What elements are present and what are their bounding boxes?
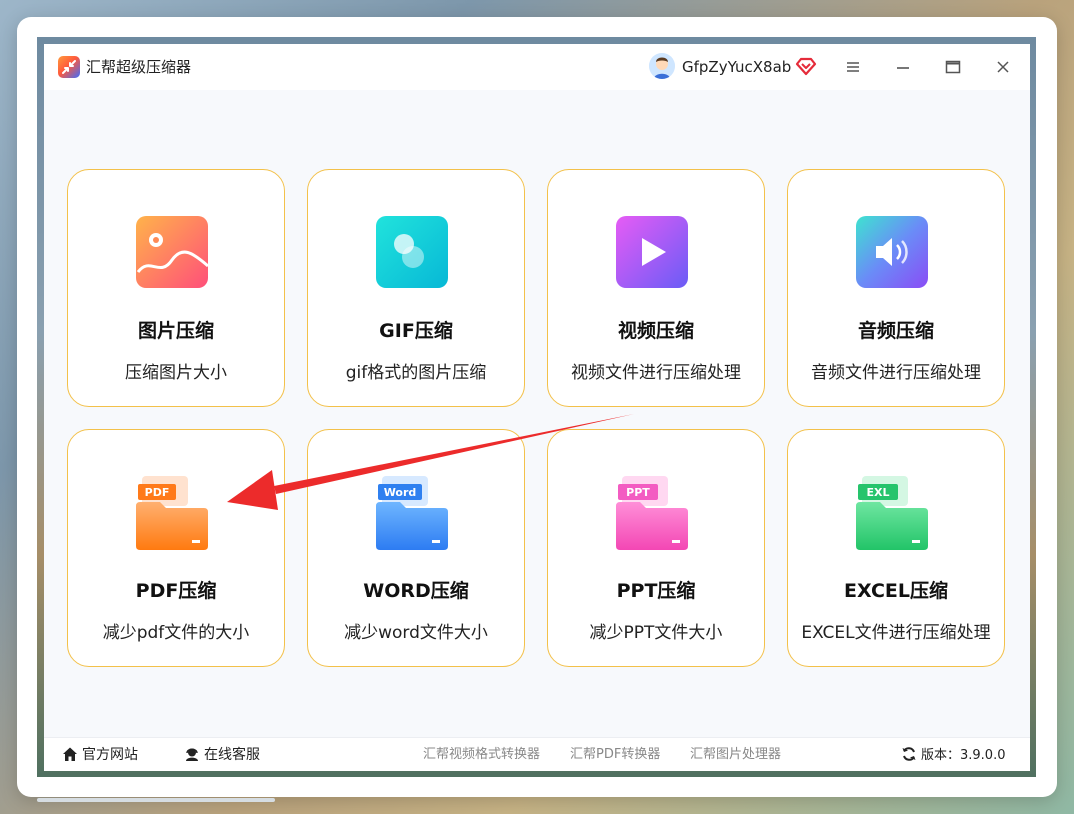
official-website-label: 官方网站 bbox=[82, 747, 138, 763]
maximize-button[interactable] bbox=[940, 54, 966, 80]
card-title: 视频压缩 bbox=[617, 320, 694, 342]
link-video-converter[interactable]: 汇帮视频格式转换器 bbox=[423, 747, 540, 763]
app-window: 汇帮超级压缩器 GfpZyYucX8ab 图片压缩 压缩图片大小 GIF压缩 g… bbox=[44, 44, 1030, 771]
horizontal-scrollbar[interactable] bbox=[37, 798, 275, 802]
speaker-icon bbox=[856, 216, 928, 288]
card-excel-compress[interactable]: EXL EXCEL压缩 EXCEL文件进行压缩处理 bbox=[787, 429, 1005, 667]
card-title: EXCEL压缩 bbox=[844, 580, 948, 602]
card-title: WORD压缩 bbox=[363, 580, 469, 602]
app-logo-icon bbox=[58, 56, 80, 78]
home-icon bbox=[63, 747, 77, 761]
card-title: GIF压缩 bbox=[379, 320, 453, 342]
title-bar: 汇帮超级压缩器 GfpZyYucX8ab bbox=[44, 44, 1030, 90]
card-description: EXCEL文件进行压缩处理 bbox=[801, 623, 991, 643]
maximize-icon bbox=[945, 60, 961, 74]
card-video-compress[interactable]: 视频压缩 视频文件进行压缩处理 bbox=[547, 169, 765, 407]
footer-bar: 官方网站 在线客服 汇帮视频格式转换器 汇帮PDF转换器 汇帮图片处理器 版本：… bbox=[44, 737, 1030, 771]
card-description: 减少PPT文件大小 bbox=[589, 623, 723, 643]
word-folder-icon: Word bbox=[376, 476, 448, 550]
hamburger-icon bbox=[847, 62, 859, 72]
card-gif-compress[interactable]: GIF压缩 gif格式的图片压缩 bbox=[307, 169, 525, 407]
video-play-icon bbox=[616, 216, 688, 288]
card-pdf-compress[interactable]: PDF PDF压缩 减少pdf文件的大小 bbox=[67, 429, 285, 667]
link-pdf-converter[interactable]: 汇帮PDF转换器 bbox=[570, 747, 660, 763]
card-title: PDF压缩 bbox=[135, 580, 217, 602]
card-word-compress[interactable]: Word WORD压缩 减少word文件大小 bbox=[307, 429, 525, 667]
pdf-folder-icon: PDF bbox=[136, 476, 208, 550]
excel-folder-icon: EXL bbox=[856, 476, 928, 550]
version-check[interactable]: 版本：3.9.0.0 bbox=[901, 746, 1005, 765]
card-ppt-compress[interactable]: PPT PPT压缩 减少PPT文件大小 bbox=[547, 429, 765, 667]
vip-diamond-icon[interactable] bbox=[795, 56, 817, 80]
ppt-tag: PPT bbox=[626, 486, 650, 499]
card-title: 图片压缩 bbox=[137, 320, 214, 342]
minimize-button[interactable] bbox=[890, 54, 916, 80]
gif-icon bbox=[376, 216, 448, 288]
card-description: 视频文件进行压缩处理 bbox=[571, 363, 741, 383]
user-avatar[interactable] bbox=[649, 53, 675, 79]
card-description: 减少word文件大小 bbox=[344, 623, 488, 643]
card-title: 音频压缩 bbox=[857, 320, 934, 342]
pdf-tag: PDF bbox=[145, 486, 170, 499]
refresh-icon bbox=[902, 747, 916, 761]
card-description: 减少pdf文件的大小 bbox=[102, 623, 250, 643]
menu-button[interactable] bbox=[840, 54, 866, 80]
close-icon bbox=[997, 61, 1009, 73]
card-description: 音频文件进行压缩处理 bbox=[811, 363, 981, 383]
username[interactable]: GfpZyYucX8ab bbox=[682, 56, 791, 78]
card-image-compress[interactable]: 图片压缩 压缩图片大小 bbox=[67, 169, 285, 407]
excel-tag: EXL bbox=[866, 486, 889, 499]
link-image-processor[interactable]: 汇帮图片处理器 bbox=[690, 747, 781, 763]
official-website-link[interactable]: 官方网站 bbox=[62, 746, 138, 764]
card-description: gif格式的图片压缩 bbox=[345, 363, 487, 383]
minimize-icon bbox=[897, 67, 909, 69]
headset-icon bbox=[186, 748, 198, 761]
card-audio-compress[interactable]: 音频压缩 音频文件进行压缩处理 bbox=[787, 169, 1005, 407]
word-tag: Word bbox=[384, 486, 417, 499]
online-support-link[interactable]: 在线客服 bbox=[184, 746, 260, 764]
card-description: 压缩图片大小 bbox=[125, 363, 227, 383]
online-support-label: 在线客服 bbox=[204, 747, 260, 763]
image-icon bbox=[136, 216, 209, 288]
version-label: 版本：3.9.0.0 bbox=[921, 748, 1006, 763]
close-button[interactable] bbox=[990, 54, 1016, 80]
card-title: PPT压缩 bbox=[616, 580, 696, 602]
ppt-folder-icon: PPT bbox=[616, 476, 688, 550]
app-title: 汇帮超级压缩器 bbox=[86, 58, 192, 76]
